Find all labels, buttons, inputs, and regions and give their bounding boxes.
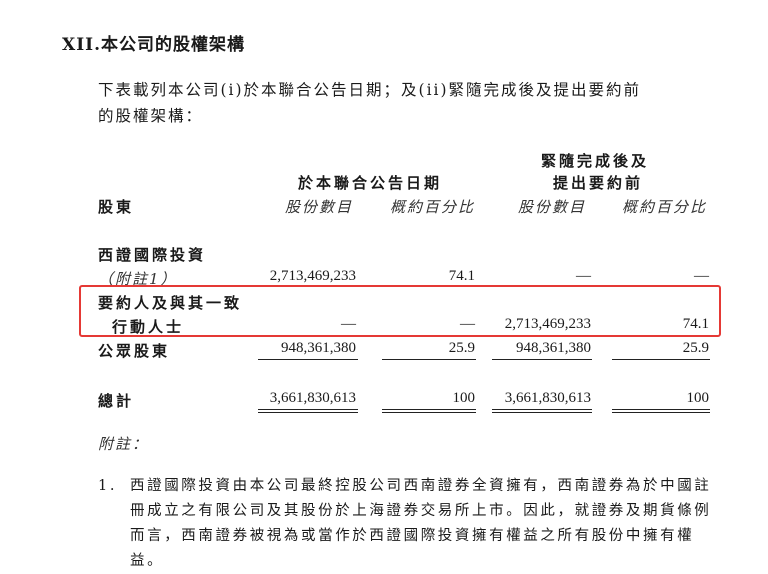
subtotal-line-3 bbox=[492, 359, 592, 360]
total-double-line-3a bbox=[492, 409, 592, 410]
row2-name-line1: 要約人及與其一致 bbox=[98, 294, 243, 312]
total-shares2: 3,661,830,613 bbox=[504, 390, 591, 406]
row1-pct2: — bbox=[694, 268, 709, 284]
total-double-line-3b bbox=[492, 412, 592, 413]
row3-name: 公眾股東 bbox=[98, 342, 171, 360]
subtotal-line-2 bbox=[382, 359, 476, 360]
total-double-line-4a bbox=[612, 409, 710, 410]
shares-column-header-1: 股份數目 bbox=[285, 198, 354, 216]
pct-column-header-2: 概約百分比 bbox=[622, 198, 708, 216]
note-1-number: 1. bbox=[98, 478, 118, 494]
row1-shares1: 2,713,469,233 bbox=[269, 268, 356, 284]
row1-name-line1: 西證國際投資 bbox=[98, 246, 207, 264]
row3-shares1: 948,361,380 bbox=[281, 340, 356, 356]
total-double-line-1b bbox=[258, 412, 358, 413]
notes-header: 附註： bbox=[98, 435, 150, 453]
group2-header-line2: 提出要約前 bbox=[553, 174, 644, 192]
intro-line-2: 的股權架構： bbox=[98, 107, 204, 125]
total-name: 總計 bbox=[98, 392, 135, 410]
group1-header: 於本聯合公告日期 bbox=[298, 174, 443, 192]
total-double-line-1a bbox=[258, 409, 358, 410]
total-double-line-2a bbox=[382, 409, 476, 410]
pct-column-header-1: 概約百分比 bbox=[390, 198, 476, 216]
total-double-line-4b bbox=[612, 412, 710, 413]
total-shares1: 3,661,830,613 bbox=[269, 390, 356, 406]
subtotal-line-4 bbox=[612, 359, 710, 360]
shareholder-column-header: 股東 bbox=[98, 198, 135, 216]
subtotal-line-1 bbox=[258, 359, 358, 360]
row2-name-line2: 行動人士 bbox=[112, 318, 185, 336]
row3-pct2: 25.9 bbox=[682, 340, 709, 356]
row2-shares2: 2,713,469,233 bbox=[504, 316, 591, 332]
row2-shares1: — bbox=[341, 316, 356, 332]
total-double-line-2b bbox=[382, 412, 476, 413]
note-1-text: 西證國際投資由本公司最終控股公司西南證券全資擁有，西南證券為於中國註冊成立之有限… bbox=[130, 478, 712, 569]
intro-line-1: 下表載列本公司(i)於本聯合公告日期；及(ii)緊隨完成後及提出要約前 bbox=[98, 81, 642, 99]
group2-header-line1: 緊隨完成後及 bbox=[541, 152, 650, 170]
shares-column-header-2: 股份數目 bbox=[518, 198, 587, 216]
section-title: XII.本公司的股權架構 bbox=[62, 35, 246, 55]
row1-shares2: — bbox=[576, 268, 591, 284]
total-pct2: 100 bbox=[686, 390, 710, 406]
row3-shares2: 948,361,380 bbox=[516, 340, 591, 356]
row2-pct2: 74.1 bbox=[682, 316, 709, 332]
